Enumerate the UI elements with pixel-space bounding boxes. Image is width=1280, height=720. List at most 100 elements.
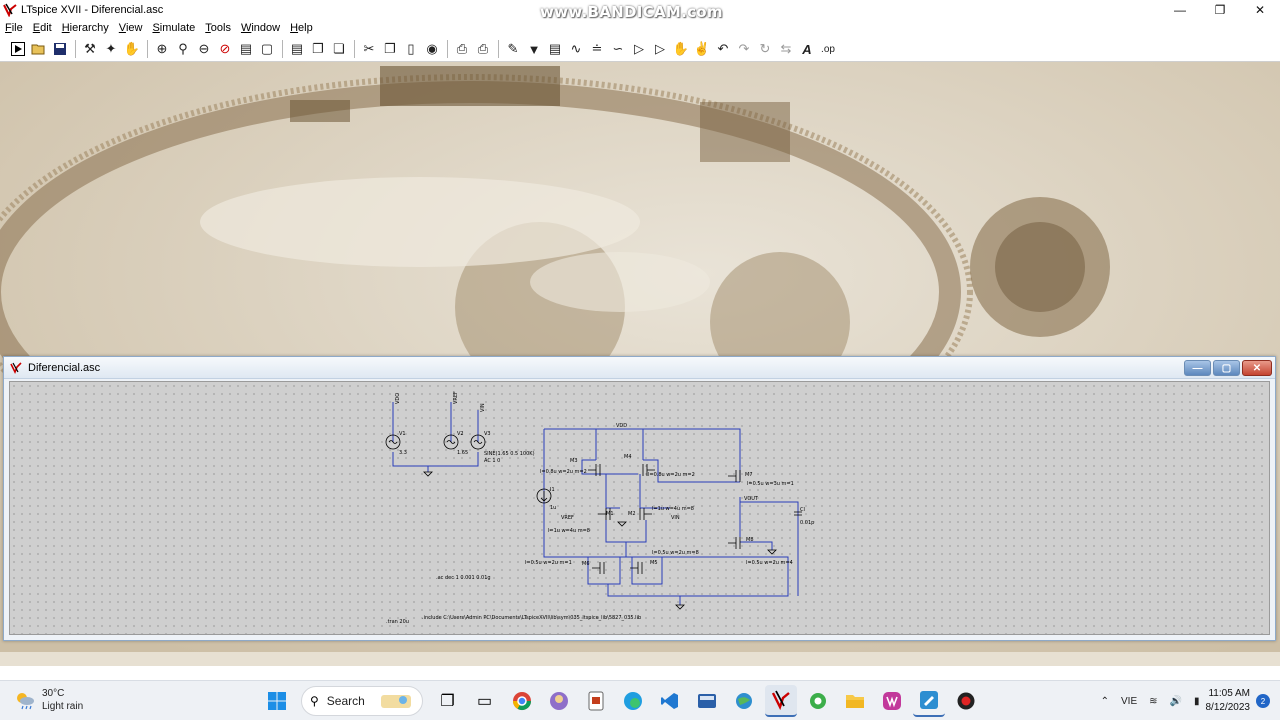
menu-hierarchy[interactable]: Hierarchy [57, 22, 114, 34]
zoom-fit-button[interactable]: ⚲ [173, 39, 193, 59]
drag-button[interactable]: ✌ [692, 39, 712, 59]
maximize-button[interactable]: ❐ [1200, 0, 1240, 20]
params-m3: l=0.8u w=2u m=2 [540, 469, 587, 475]
text-button[interactable]: A [797, 39, 817, 59]
zoom-cancel-icon: ⊘ [219, 41, 231, 56]
menu-tools[interactable]: Tools [200, 22, 236, 34]
taskbar-powerpoint[interactable] [580, 685, 612, 717]
editor-icon [919, 691, 938, 709]
diode-button[interactable]: ▷ [629, 39, 649, 59]
copy-button[interactable]: ❐ [380, 39, 400, 59]
taskbar-editor-app[interactable] [912, 685, 945, 717]
profile-app-icon [549, 692, 568, 710]
input-language[interactable]: VIE [1121, 696, 1137, 707]
save-button[interactable] [50, 39, 70, 59]
capacitor-button[interactable]: ≐ [587, 39, 607, 59]
control-panel-button[interactable]: ⚒ [80, 39, 100, 59]
spice-directive-button[interactable]: .op [818, 39, 838, 59]
move-button[interactable]: ✋ [671, 39, 691, 59]
menu-edit[interactable]: Edit [28, 22, 57, 34]
tile-horizontal-button[interactable]: ▤ [287, 39, 307, 59]
inductor-button[interactable]: ∽ [608, 39, 628, 59]
cascade-button[interactable]: ❐ [308, 39, 328, 59]
resistor-button[interactable]: ∿ [566, 39, 586, 59]
toolbar-separator [498, 40, 499, 58]
schematic-window-titlebar[interactable]: Diferencial.asc — ▢ ✕ [4, 357, 1275, 379]
volume-icon[interactable]: 🔊 [1170, 696, 1182, 707]
taskbar-globe-app[interactable] [728, 685, 760, 717]
close-all-button[interactable]: ❏ [329, 39, 349, 59]
taskbar-chrome[interactable] [506, 685, 538, 717]
taskbar-vscode[interactable] [654, 685, 686, 717]
taskbar-apps: ⚲ Search ❐ ▭ [258, 685, 984, 717]
minimize-button[interactable]: — [1160, 0, 1200, 20]
autorange-button[interactable]: ▢ [257, 39, 277, 59]
menu-simulate[interactable]: Simulate [147, 22, 200, 34]
show-hidden-icons-chevron-icon[interactable]: ⌃ [1101, 696, 1109, 707]
cut-button[interactable]: ✂ [359, 39, 379, 59]
pan-button[interactable]: ✋ [122, 39, 142, 59]
clock-date: 8/12/2023 [1205, 702, 1251, 713]
print-preview-button[interactable]: ⎙ [473, 39, 493, 59]
notification-badge[interactable]: 2 [1256, 694, 1270, 708]
taskbar-search[interactable]: ⚲ Search [301, 686, 423, 716]
task-view-button[interactable]: ❐ [432, 685, 464, 717]
document-icon: ▭ [476, 693, 493, 710]
plot-settings-button[interactable]: ▤ [236, 39, 256, 59]
label-m2: M2 [628, 511, 636, 517]
taskbar-edge[interactable] [617, 685, 649, 717]
ground-icon [767, 549, 777, 555]
menu-file[interactable]: File [0, 22, 28, 34]
close-button[interactable]: ✕ [1240, 0, 1280, 20]
menu-help[interactable]: Help [285, 22, 318, 34]
schematic-maximize-button[interactable]: ▢ [1213, 360, 1240, 376]
start-button[interactable] [261, 685, 293, 717]
taskbar-file-explorer[interactable] [839, 685, 871, 717]
taskbar-green-app[interactable] [802, 685, 834, 717]
label-m3: M3 [570, 458, 578, 464]
task-view-icon: ❐ [440, 693, 455, 710]
mirror-button[interactable]: ⇆ [776, 39, 796, 59]
paste-button[interactable]: ▯ [401, 39, 421, 59]
schematic-close-button[interactable]: ✕ [1242, 360, 1272, 376]
params-m2: l=1u w=4u m=8 [652, 506, 694, 512]
restore-icon: ❐ [1214, 3, 1226, 17]
label-m1: M1 [606, 511, 614, 517]
maximize-icon: ▢ [1221, 362, 1232, 374]
rotate-icon: ↻ [759, 41, 771, 56]
scissors-icon: ✂ [363, 41, 375, 56]
halt-button[interactable]: ✦ [101, 39, 121, 59]
weather-widget[interactable]: 30°C Light rain [14, 687, 83, 713]
zoom-out-button[interactable]: ⊖ [194, 39, 214, 59]
taskbar-ltspice[interactable] [764, 685, 797, 717]
schematic-minimize-button[interactable]: — [1184, 360, 1211, 376]
taskbar-dev-app[interactable] [691, 685, 723, 717]
battery-icon[interactable]: ▮ [1194, 696, 1200, 707]
taskbar-file-app[interactable]: ▭ [469, 685, 501, 717]
draw-wire-button[interactable]: ✎ [503, 39, 523, 59]
component-button[interactable]: ▷ [650, 39, 670, 59]
running-man-icon: ✦ [105, 41, 117, 56]
schematic-window[interactable]: Diferencial.asc — ▢ ✕ VDO VREF VIN V1 3.… [3, 356, 1276, 641]
taskbar-bandicam[interactable] [950, 685, 982, 717]
taskbar-profile-app[interactable] [543, 685, 575, 717]
label-net-button[interactable]: ▤ [545, 39, 565, 59]
taskbar-wps-app[interactable] [876, 685, 908, 717]
undo-button[interactable]: ↶ [713, 39, 733, 59]
find-button[interactable]: ◉ [422, 39, 442, 59]
schematic-canvas[interactable]: VDO VREF VIN V1 3.3 V2 1.65 V3 SINE(1.65… [9, 381, 1270, 635]
zoom-cancel-button[interactable]: ⊘ [215, 39, 235, 59]
zoom-in-button[interactable]: ⊕ [152, 39, 172, 59]
menu-view[interactable]: View [114, 22, 148, 34]
directive-ac: .ac dec 1 0.001 0.01g [436, 575, 491, 581]
wifi-icon[interactable]: ≋ [1149, 696, 1157, 707]
open-button[interactable] [29, 39, 49, 59]
rotate-button[interactable]: ↻ [755, 39, 775, 59]
menu-window[interactable]: Window [236, 22, 285, 34]
redo-button[interactable]: ↷ [734, 39, 754, 59]
ground-button[interactable]: ▼ [524, 39, 544, 59]
component-icon: ▷ [655, 41, 665, 56]
clock[interactable]: 11:05 AM 8/12/2023 [1206, 687, 1251, 715]
print-button[interactable]: ⎙ [452, 39, 472, 59]
run-button[interactable] [8, 39, 28, 59]
